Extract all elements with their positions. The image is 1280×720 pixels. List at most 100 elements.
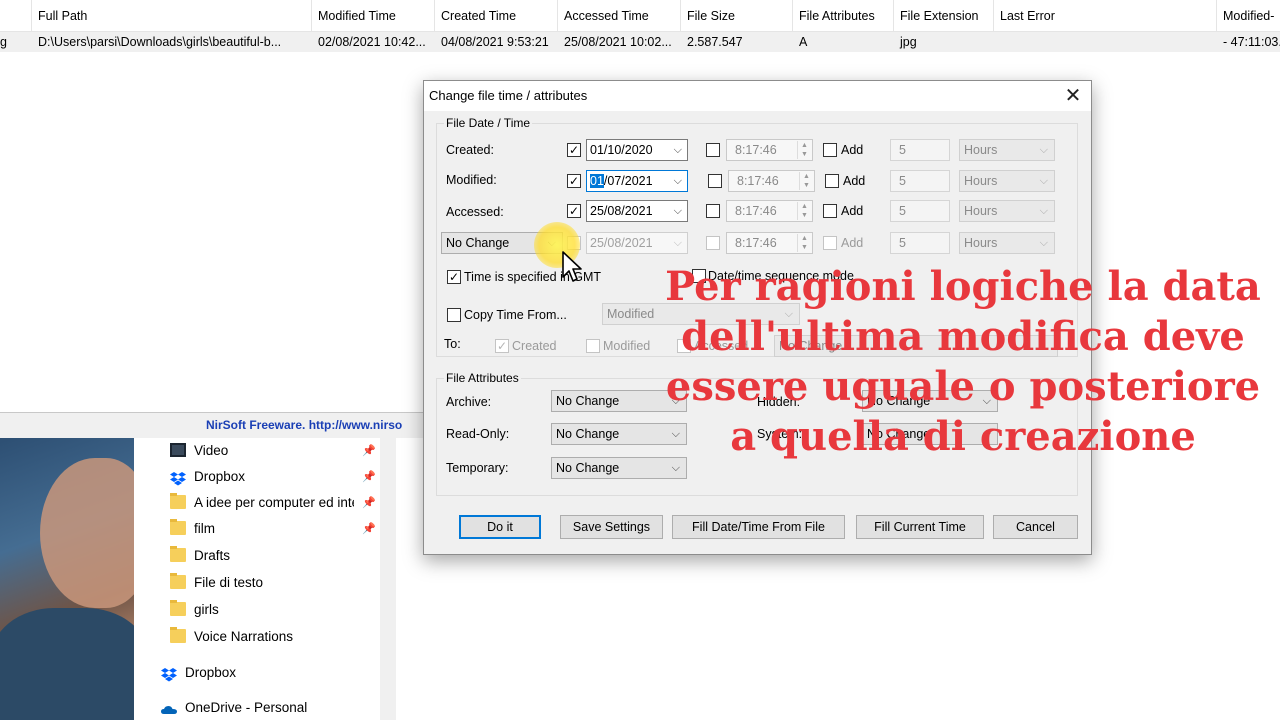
modified-add-checkbox[interactable] <box>825 174 839 188</box>
nav-item-idee[interactable]: A idee per computer ed inter 📌 <box>170 490 376 516</box>
extra-date-picker[interactable]: 25/08/2021 ⌵ <box>586 232 688 254</box>
accessed-checkbox[interactable]: ✓ <box>567 204 581 218</box>
file-attributes-group-label: File Attributes <box>444 371 521 385</box>
modified-unit-select[interactable]: Hours ⌵ <box>959 170 1055 192</box>
to-label: To: <box>444 337 461 351</box>
column-header-file-attributes[interactable]: File Attributes <box>793 0 894 32</box>
cancel-button[interactable]: Cancel <box>993 515 1078 539</box>
to-modified-checkbox[interactable] <box>586 339 600 353</box>
gmt-checkbox[interactable]: ✓ <box>447 270 461 284</box>
accessed-time-field[interactable]: 8:17:46 ▲ ▼ <box>726 200 813 222</box>
dropbox-icon <box>161 665 177 682</box>
column-header-modified-diff[interactable]: Modified- <box>1217 0 1280 32</box>
nav-item-video[interactable]: Video 📌 <box>170 438 376 464</box>
modified-checkbox[interactable]: ✓ <box>567 174 581 188</box>
copy-time-label: Copy Time From... <box>464 308 567 322</box>
caption-line: essere uguale o posteriore <box>665 363 1261 410</box>
folder-icon <box>170 546 186 562</box>
column-header-modified-time[interactable]: Modified Time <box>312 0 435 32</box>
accessed-unit-select[interactable]: Hours ⌵ <box>959 200 1055 222</box>
cell-name: g <box>0 35 7 49</box>
cell-accessed-time: 25/08/2021 10:02... <box>564 35 672 49</box>
accessed-add-label: Add <box>841 204 864 218</box>
spin-icon[interactable]: ▲ ▼ <box>799 172 813 190</box>
fill-current-time-button[interactable]: Fill Current Time <box>856 515 984 539</box>
extra-time-field[interactable]: 8:17:46 ▲ ▼ <box>726 232 813 254</box>
cell-last-error <box>994 32 1217 52</box>
spin-icon[interactable]: ▲ ▼ <box>797 141 811 159</box>
column-header-accessed-time[interactable]: Accessed Time <box>558 0 681 32</box>
mouse-pointer-icon <box>562 251 582 282</box>
fill-from-file-button[interactable]: Fill Date/Time From File <box>672 515 845 539</box>
created-date-picker[interactable]: 01/10/2020 ⌵ <box>586 139 688 161</box>
created-add-checkbox[interactable] <box>823 143 837 157</box>
modified-add-value[interactable]: 5 <box>890 170 950 192</box>
modified-date-picker[interactable]: 01/07/2021 ⌵ <box>586 170 688 192</box>
extra-add-value[interactable]: 5 <box>890 232 950 254</box>
table-row[interactable]: g D:\Users\parsi\Downloads\girls\beautif… <box>0 32 1280 52</box>
nav-item-dropbox-quick[interactable]: Dropbox 📌 <box>170 464 376 490</box>
do-it-button[interactable]: Do it <box>459 515 541 539</box>
cell-modified-diff: - 47:11:03... <box>1223 35 1280 49</box>
pin-icon: 📌 <box>362 523 376 535</box>
accessed-date-picker[interactable]: 25/08/2021 ⌵ <box>586 200 688 222</box>
extra-unit-select[interactable]: Hours ⌵ <box>959 232 1055 254</box>
spin-icon[interactable]: ▲ ▼ <box>797 202 811 220</box>
modified-time-checkbox[interactable] <box>708 174 722 188</box>
created-time-field[interactable]: 8:17:46 ▲ ▼ <box>726 139 813 161</box>
accessed-time-checkbox[interactable] <box>706 204 720 218</box>
accessed-label: Accessed: <box>446 205 504 219</box>
column-header-file-extension[interactable]: File Extension <box>894 0 994 32</box>
to-created-checkbox[interactable]: ✓ <box>495 339 509 353</box>
to-created-label: Created <box>512 339 557 353</box>
copy-time-checkbox[interactable] <box>447 308 461 322</box>
nav-item-onedrive[interactable]: OneDrive - Personal <box>161 695 376 720</box>
folder-icon <box>170 573 186 589</box>
save-settings-button[interactable]: Save Settings <box>560 515 663 539</box>
nav-item-drafts[interactable]: Drafts <box>170 543 376 569</box>
nav-item-dropbox-root[interactable]: Dropbox <box>161 660 376 686</box>
status-bar: NirSoft Freeware. http://www.nirso <box>0 412 430 438</box>
to-modified-label: Modified <box>603 339 651 353</box>
modified-time-field[interactable]: 8:17:46 ▲ ▼ <box>728 170 815 192</box>
archive-label: Archive: <box>446 395 492 409</box>
close-icon[interactable]: ✕ <box>1059 83 1087 109</box>
created-add-label: Add <box>841 143 864 157</box>
created-add-value[interactable]: 5 <box>890 139 950 161</box>
chevron-down-icon: ⌵ <box>1039 144 1048 156</box>
extra-time-checkbox[interactable] <box>706 236 720 250</box>
created-checkbox[interactable]: ✓ <box>567 143 581 157</box>
extra-add-label: Add <box>841 236 864 250</box>
spin-icon[interactable]: ▲ ▼ <box>797 234 811 252</box>
folder-icon <box>170 493 186 509</box>
cell-modified-time: 02/08/2021 10:42... <box>318 35 426 49</box>
column-header-file-size[interactable]: File Size <box>681 0 793 32</box>
navigation-scrollbar[interactable] <box>380 438 396 720</box>
column-header-name[interactable] <box>0 0 32 32</box>
column-header-last-error[interactable]: Last Error <box>994 0 1217 32</box>
folder-icon <box>170 519 186 535</box>
nav-item-file-di-testo[interactable]: File di testo <box>170 570 376 596</box>
column-header-created-time[interactable]: Created Time <box>435 0 558 32</box>
temporary-label: Temporary: <box>446 461 509 475</box>
nav-item-girls[interactable]: girls <box>170 597 376 623</box>
nav-item-film[interactable]: film 📌 <box>170 516 376 542</box>
column-header-full-path[interactable]: Full Path <box>32 0 312 32</box>
created-unit-select[interactable]: Hours ⌵ <box>959 139 1055 161</box>
accessed-add-value[interactable]: 5 <box>890 200 950 222</box>
chevron-down-icon: ⌵ <box>673 175 682 187</box>
list-header: Full Path Modified Time Created Time Acc… <box>0 0 1280 32</box>
created-time-checkbox[interactable] <box>706 143 720 157</box>
caption-line: a quella di creazione <box>730 413 1196 460</box>
nav-item-voice-narrations[interactable]: Voice Narrations <box>170 624 376 650</box>
dialog-titlebar[interactable]: Change file time / attributes ✕ <box>424 81 1091 111</box>
caption-line: Per ragioni logiche la data <box>665 263 1261 310</box>
nirsoft-link[interactable]: NirSoft Freeware. http://www.nirso <box>206 418 402 432</box>
cell-created-time: 04/08/2021 9:53:21 <box>441 35 549 49</box>
chevron-down-icon: ⌵ <box>673 237 682 249</box>
accessed-add-checkbox[interactable] <box>823 204 837 218</box>
chevron-down-icon: ⌵ <box>1039 237 1048 249</box>
modified-label: Modified: <box>446 173 497 187</box>
pin-icon: 📌 <box>362 471 376 483</box>
extra-add-checkbox[interactable] <box>823 236 837 250</box>
